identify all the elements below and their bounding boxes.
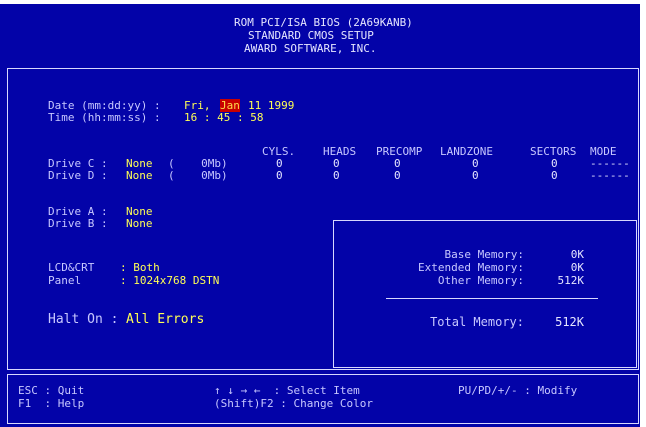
bios-screen: ROM PCI/ISA BIOS (2A69KANB) STANDARD CMO… bbox=[0, 4, 640, 427]
panel-value[interactable]: : 1024x768 DSTN bbox=[120, 274, 219, 287]
time-value[interactable]: 16 : 45 : 58 bbox=[184, 111, 263, 124]
bios-title: ROM PCI/ISA BIOS (2A69KANB) bbox=[234, 16, 413, 29]
time-label: Time (hh:mm:ss) : bbox=[48, 111, 161, 124]
drive-heads: 0 bbox=[333, 169, 340, 182]
base-memory-label: Base Memory: bbox=[444, 248, 524, 261]
floppy-b-label: Drive B : bbox=[48, 217, 108, 230]
panel-label: Panel bbox=[48, 274, 82, 287]
setup-title: STANDARD CMOS SETUP bbox=[248, 29, 374, 42]
memory-divider bbox=[386, 298, 598, 299]
select-item-hint: ↑ ↓ → ← : Select Item bbox=[214, 384, 360, 397]
floppy-b-value[interactable]: None bbox=[126, 217, 153, 230]
total-memory-value: 512K bbox=[555, 315, 584, 329]
extended-memory-value: 0K bbox=[570, 261, 584, 274]
drive-mode: ------ bbox=[590, 169, 630, 182]
total-memory-label: Total Memory: bbox=[430, 315, 524, 329]
other-memory-label: Other Memory: bbox=[437, 274, 524, 287]
help-hint: F1 : Help bbox=[18, 397, 85, 410]
drive-cyls: 0 bbox=[276, 169, 283, 182]
extended-memory-label: Extended Memory: bbox=[418, 261, 524, 274]
lcd-crt-value[interactable]: : Both bbox=[120, 261, 160, 274]
quit-hint: ESC : Quit bbox=[18, 384, 85, 397]
base-memory-value: 0K bbox=[570, 248, 584, 261]
vendor-name: AWARD SOFTWARE, INC. bbox=[244, 42, 377, 55]
lcd-crt-label: LCD&CRT bbox=[48, 261, 95, 274]
drive-landzone: 0 bbox=[472, 169, 479, 182]
drive-sectors: 0 bbox=[551, 169, 558, 182]
other-memory-value: 512K bbox=[557, 274, 585, 287]
halt-on-label: Halt On : bbox=[48, 312, 119, 327]
memory-panel bbox=[333, 220, 637, 368]
modify-hint: PU/PD/+/- : Modify bbox=[458, 384, 578, 397]
drive-precomp: 0 bbox=[394, 169, 401, 182]
column-header: LANDZONE bbox=[440, 145, 493, 158]
drive-type[interactable]: None bbox=[126, 169, 153, 182]
change-color-hint: (Shift)F2 : Change Color bbox=[214, 397, 373, 410]
drive-size: ( 0Mb) bbox=[168, 169, 228, 182]
drive-label: Drive D : bbox=[48, 169, 108, 182]
halt-on-value[interactable]: All Errors bbox=[126, 313, 204, 326]
